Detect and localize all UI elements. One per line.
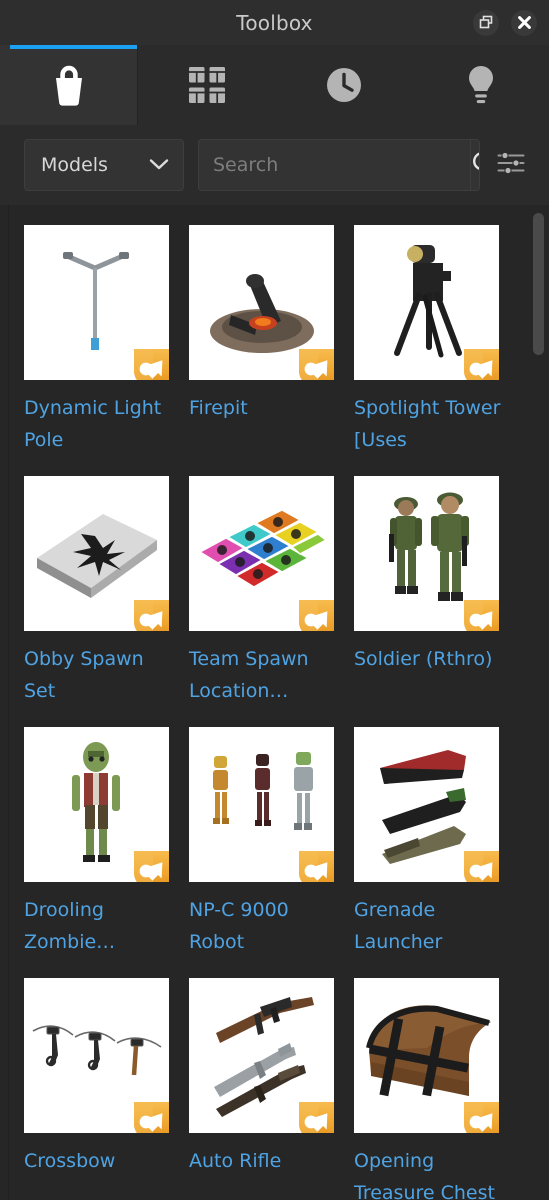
restore-window-button[interactable]: [473, 9, 499, 36]
asset-title[interactable]: Soldier (Rthro): [354, 643, 504, 675]
asset-card[interactable]: Dynamic Light Pole: [24, 225, 189, 456]
robot-thumbnail-art: [189, 727, 334, 882]
tab-recent[interactable]: [275, 45, 412, 125]
tab-marketplace[interactable]: [0, 45, 138, 125]
asset-card[interactable]: Soldier (Rthro): [354, 476, 519, 707]
asset-title[interactable]: NP-C 9000 Robot: [189, 894, 339, 958]
asset-thumbnail[interactable]: [189, 476, 334, 631]
asset-thumbnail[interactable]: [354, 978, 499, 1133]
asset-thumbnail[interactable]: [24, 476, 169, 631]
asset-thumbnail[interactable]: [24, 225, 169, 380]
search-input[interactable]: [199, 140, 470, 190]
firepit-thumbnail-art: [189, 225, 334, 380]
soldier-thumbnail-art: [354, 476, 499, 631]
asset-thumbnail[interactable]: [189, 225, 334, 380]
asset-thumbnail[interactable]: [24, 978, 169, 1133]
search-button[interactable]: [470, 140, 479, 190]
team-spawn-thumbnail-art: [189, 476, 334, 631]
scrollbar-thumb[interactable]: [533, 213, 544, 355]
asset-thumbnail[interactable]: [24, 727, 169, 882]
filter-sliders-icon: [497, 151, 525, 179]
asset-title[interactable]: Crossbow: [24, 1145, 174, 1177]
close-icon: [517, 15, 532, 30]
asset-card[interactable]: Drooling Zombie…: [24, 727, 189, 958]
asset-card[interactable]: NP-C 9000 Robot: [189, 727, 354, 958]
clock-icon: [324, 65, 364, 105]
asset-title[interactable]: Team Spawn Location…: [189, 643, 339, 707]
asset-thumbnail[interactable]: [354, 476, 499, 631]
tab-creations[interactable]: [412, 45, 549, 125]
tab-inventory[interactable]: [138, 45, 275, 125]
chevron-down-icon: [149, 156, 169, 175]
obby-spawn-thumbnail-art: [24, 476, 169, 631]
asset-thumbnail[interactable]: [354, 225, 499, 380]
spotlight-thumbnail-art: [354, 225, 499, 380]
category-dropdown-label: Models: [41, 154, 108, 176]
asset-title[interactable]: Firepit: [189, 392, 339, 424]
asset-title[interactable]: Auto Rifle: [189, 1145, 339, 1177]
results-area: Dynamic Light Pole Firepit Spotlight Tow…: [9, 205, 549, 1200]
asset-card[interactable]: Crossbow: [24, 978, 189, 1200]
close-button[interactable]: [511, 9, 537, 36]
asset-title[interactable]: Drooling Zombie…: [24, 894, 174, 958]
asset-grid: Dynamic Light Pole Firepit Spotlight Tow…: [24, 225, 524, 1200]
asset-title[interactable]: Grenade Launcher: [354, 894, 504, 958]
grenade-launcher-thumbnail-art: [354, 727, 499, 882]
asset-card[interactable]: Firepit: [189, 225, 354, 456]
asset-card[interactable]: Opening Treasure Chest: [354, 978, 519, 1200]
asset-title[interactable]: Spotlight Tower [Uses: [354, 392, 504, 456]
asset-thumbnail[interactable]: [189, 978, 334, 1133]
filter-button[interactable]: [494, 145, 528, 185]
grid-squares-icon: [187, 65, 227, 105]
asset-card[interactable]: Team Spawn Location…: [189, 476, 354, 707]
asset-title[interactable]: Dynamic Light Pole: [24, 392, 174, 456]
asset-card[interactable]: Auto Rifle: [189, 978, 354, 1200]
window-buttons: [473, 0, 537, 45]
results-scrollbar[interactable]: [531, 210, 545, 1195]
search-toolbar: Models: [0, 125, 549, 205]
asset-card[interactable]: Spotlight Tower [Uses: [354, 225, 519, 456]
zombie-thumbnail-art: [24, 727, 169, 882]
asset-thumbnail[interactable]: [354, 727, 499, 882]
search-icon: [471, 150, 479, 181]
asset-thumbnail[interactable]: [189, 727, 334, 882]
tab-bar: [0, 45, 549, 126]
asset-title[interactable]: Opening Treasure Chest: [354, 1145, 504, 1200]
toolbox-panel: Toolbox Models Search Dynamic Light Pole…: [0, 0, 549, 1200]
treasure-chest-thumbnail-art: [354, 978, 499, 1133]
titlebar: Toolbox: [0, 0, 549, 45]
panel-title: Toolbox: [236, 10, 313, 35]
restore-window-icon: [479, 15, 494, 30]
category-dropdown[interactable]: Models: [24, 139, 184, 191]
asset-title[interactable]: Obby Spawn Set: [24, 643, 174, 707]
asset-card[interactable]: Obby Spawn Set: [24, 476, 189, 707]
auto-rifle-thumbnail-art: [189, 978, 334, 1133]
crossbow-thumbnail-art: [24, 978, 169, 1133]
light-pole-thumbnail-art: [24, 225, 169, 380]
shopping-bag-icon: [49, 64, 89, 106]
lightbulb-icon: [461, 64, 501, 106]
asset-card[interactable]: Grenade Launcher: [354, 727, 519, 958]
search-field-group: [198, 139, 480, 191]
